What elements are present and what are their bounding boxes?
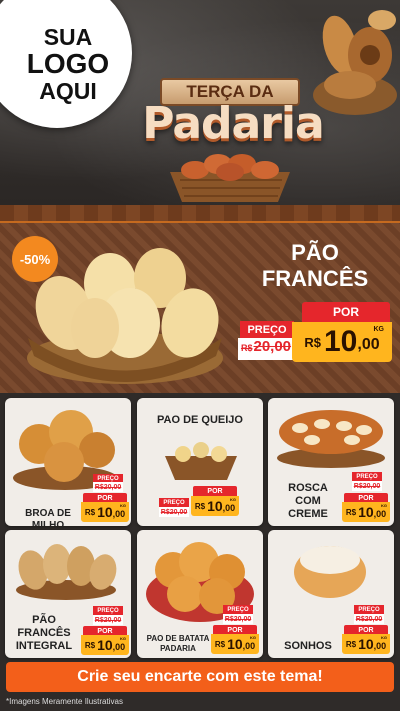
wood-divider [0,205,400,223]
product-card-rosca[interactable]: ROSCA COM CREME PREÇO R$20,00 POR R$ 10 … [268,398,394,526]
logo-line-1: SUA [43,24,93,51]
rosca-image [277,410,385,468]
featured-product-name: PÃO FRANCÊS [261,240,369,291]
product-price: R$ 10 ,00 KG [342,634,390,654]
product-price: R$ 10 ,00 KG [81,635,129,655]
product-card-pao-de-queijo[interactable]: PAO DE QUEIJO PREÇO R$20,00 POR R$ 10 ,0… [137,398,263,526]
product-price: R$ 10 ,00 KG [81,502,129,522]
product-card-pao-frances-integral[interactable]: PÃO FRANCÊS INTEGRAL PREÇO R$20,00 POR R… [5,530,131,658]
featured-old-price: R$ 20,00 [238,338,294,360]
product-name: PAO DE BATATA PADARIA [146,634,210,653]
featured-new-price: R$ 10 ,00 KG [292,322,392,362]
create-flyer-button[interactable]: Crie seu encarte com este tema! [6,662,394,692]
product-name: ROSCA COM CREME [288,482,328,521]
bread-basket-illustration [170,154,290,202]
product-name: PÃO FRANCÊS INTEGRAL [15,614,73,653]
pao-de-queijo-image [165,442,237,480]
product-price: R$ 10 ,00 KG [342,502,390,522]
product-price: R$ 10 ,00 KG [211,634,259,654]
product-card-broa[interactable]: BROA DE MILHO PREÇO R$20,00 POR R$ 10 ,0… [5,398,131,526]
title-main: Padaria [142,98,324,149]
product-card-sonhos[interactable]: SONHOS PREÇO R$20,00 POR R$ 10 ,00 KG [268,530,394,658]
product-name: BROA DE MILHO [25,508,71,526]
featured-por-label: POR [302,302,390,322]
discount-badge: -50% [12,236,58,282]
logo-line-2: LOGO [26,48,110,80]
featured-preco-label: PREÇO [240,321,294,338]
logo-line-3: AQUI [39,77,97,104]
product-name: SONHOS [284,640,332,652]
disclaimer-text: *Imagens Meramente Ilustrativas [6,697,123,706]
product-card-pao-de-batata[interactable]: PAO DE BATATA PADARIA PREÇO R$20,00 POR … [137,530,263,658]
pao-integral-image [16,544,117,600]
product-name: PAO DE QUEIJO [157,414,243,426]
product-price: R$ 10 ,00 KG [191,496,239,516]
sonhos-image [294,546,366,598]
